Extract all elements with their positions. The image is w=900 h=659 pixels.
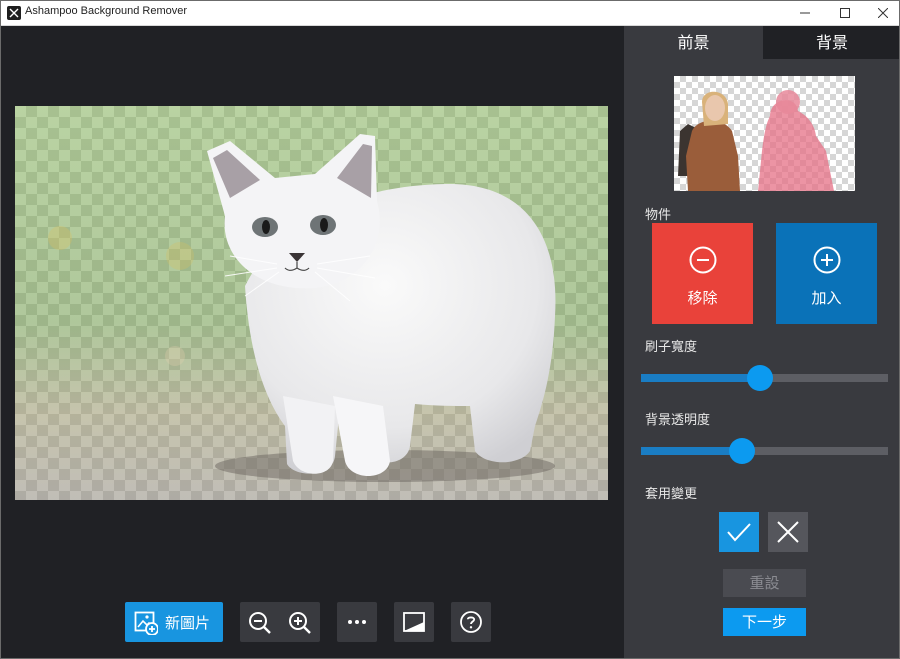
app-icon <box>7 6 21 20</box>
brush-width-slider[interactable] <box>641 364 888 392</box>
check-icon <box>727 523 751 542</box>
more-button[interactable] <box>337 602 377 642</box>
new-image-label: 新圖片 <box>165 614 211 632</box>
preview-thumbnail <box>674 76 855 191</box>
objects-label: 物件 <box>645 208 672 223</box>
cancel-icon <box>777 521 799 543</box>
next-step-button[interactable]: 下一步 <box>723 608 806 636</box>
compare-icon <box>403 612 425 632</box>
new-image-icon <box>134 611 158 635</box>
slider-thumb[interactable] <box>729 438 756 464</box>
new-image-button[interactable]: 新圖片 <box>125 602 223 642</box>
maximize-button[interactable] <box>825 1 865 25</box>
plus-circle-icon <box>813 246 841 274</box>
bg-opacity-label: 背景透明度 <box>645 413 711 428</box>
more-icon <box>348 620 366 624</box>
remove-object-button[interactable]: 移除 <box>652 223 753 324</box>
close-icon <box>878 8 888 18</box>
tab-foreground[interactable]: 前景 <box>624 26 763 59</box>
maximize-icon <box>840 8 850 18</box>
side-panel: 前景 背景 物件 移除 加入 刷子寬度 背景透明度 套用變更 重設 下一步 <box>624 26 899 658</box>
tab-background[interactable]: 背景 <box>763 26 899 59</box>
brush-width-label: 刷子寬度 <box>645 340 698 355</box>
close-button[interactable] <box>863 1 899 25</box>
slider-thumb[interactable] <box>746 365 773 391</box>
slider-fill <box>641 447 743 455</box>
reset-button[interactable]: 重設 <box>723 569 806 597</box>
slider-fill <box>641 374 760 382</box>
app-window: Ashampoo Background Remover 新圖片 前景 背景 物件… <box>0 0 900 659</box>
apply-changes-label: 套用變更 <box>645 487 698 502</box>
help-icon <box>460 611 482 633</box>
window-title: Ashampoo Background Remover <box>25 5 188 17</box>
discard-button[interactable] <box>768 512 808 552</box>
bg-opacity-slider[interactable] <box>641 437 888 465</box>
zoom-out-icon[interactable] <box>247 610 273 636</box>
zoom-controls <box>240 602 320 642</box>
title-bar: Ashampoo Background Remover <box>1 1 899 26</box>
help-button[interactable] <box>451 602 491 642</box>
add-label: 加入 <box>811 289 842 307</box>
apply-button[interactable] <box>719 512 759 552</box>
canvas-area: 新圖片 <box>1 26 624 658</box>
minimize-icon <box>800 12 810 14</box>
add-object-button[interactable]: 加入 <box>776 223 877 324</box>
remove-label: 移除 <box>687 289 718 307</box>
zoom-in-icon[interactable] <box>287 610 313 636</box>
compare-button[interactable] <box>394 602 434 642</box>
minus-circle-icon <box>689 246 717 274</box>
minimize-button[interactable] <box>785 1 825 25</box>
image-canvas[interactable] <box>15 106 608 500</box>
